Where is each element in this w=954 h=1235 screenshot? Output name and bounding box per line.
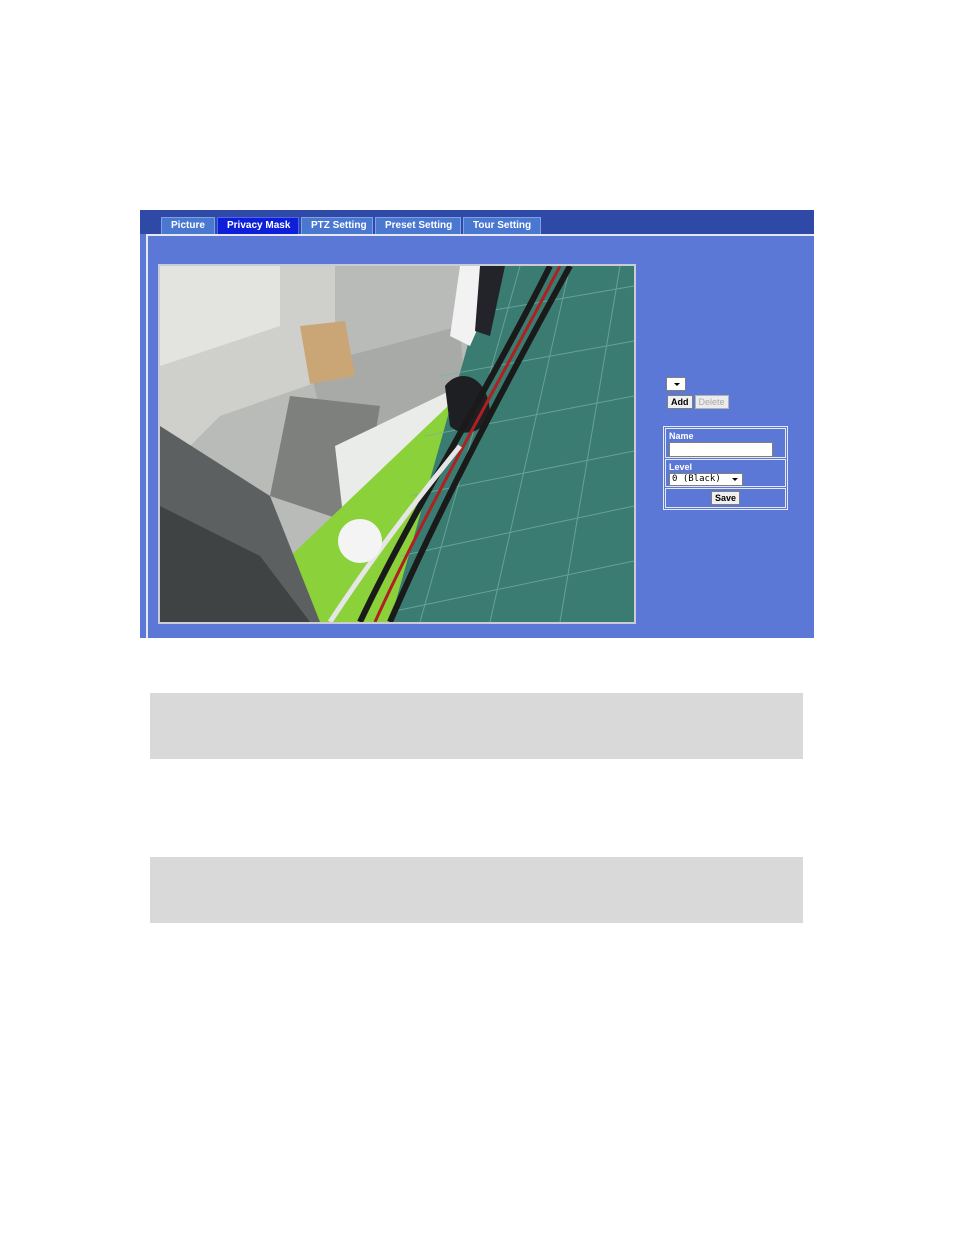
delete-button[interactable]: Delete [694,395,729,409]
camera-live-view[interactable] [158,264,636,624]
note-box-1 [150,693,803,759]
level-label: Level [669,462,693,472]
tab-privacy-mask[interactable]: Privacy Mask [217,217,299,234]
save-cell: Save [665,488,786,508]
camera-settings-window: Picture Privacy Mask PTZ Setting Preset … [140,210,814,638]
tab-ptz-setting[interactable]: PTZ Setting [301,217,373,234]
camera-image [160,266,634,622]
save-button[interactable]: Save [710,491,741,505]
level-cell: Level 0 (Black) [665,459,786,487]
add-button[interactable]: Add [667,395,693,409]
tab-preset-setting[interactable]: Preset Setting [375,217,461,234]
mask-select-dropdown[interactable] [666,377,686,391]
mask-action-buttons: Add Delete [667,395,729,409]
note-box-2 [150,857,803,923]
tab-list: Picture Privacy Mask PTZ Setting Preset … [161,217,543,234]
tab-tour-setting[interactable]: Tour Setting [463,217,541,234]
name-cell: Name [665,428,786,458]
tab-bar: Picture Privacy Mask PTZ Setting Preset … [140,210,814,234]
mask-properties-form: Name Level 0 (Black) Save [663,426,788,510]
name-label: Name [669,431,694,441]
tab-picture[interactable]: Picture [161,217,215,234]
name-input[interactable] [669,442,773,457]
level-select-dropdown[interactable]: 0 (Black) [669,473,743,486]
